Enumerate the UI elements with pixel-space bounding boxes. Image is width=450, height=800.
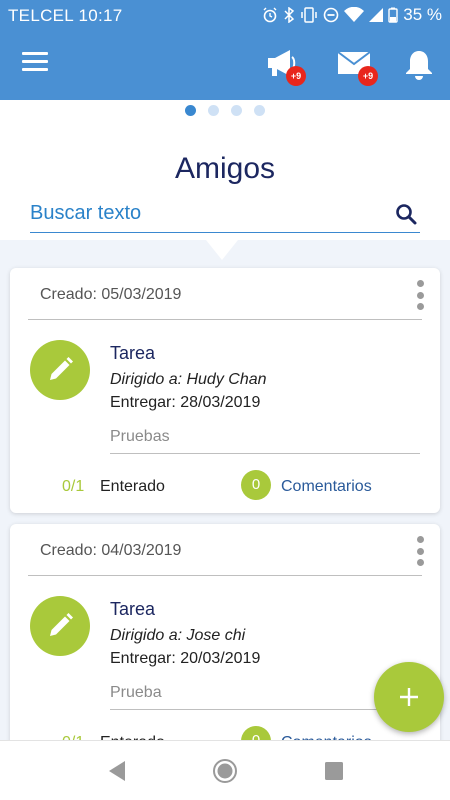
hamburger-icon[interactable] (22, 52, 48, 74)
carrier-time: TELCEL 10:17 (8, 6, 123, 26)
search-input[interactable] (30, 199, 380, 225)
task-due-date: Entregar: 20/03/2019 (110, 650, 261, 667)
alarm-icon (263, 7, 277, 23)
bell-icon (406, 51, 432, 80)
search-bar (30, 199, 420, 233)
carrier-name: TELCEL (8, 6, 74, 25)
ack-progress: 0/1 (62, 478, 85, 495)
back-icon[interactable] (103, 757, 131, 785)
messages-button[interactable]: +9 (336, 48, 378, 86)
status-icons: 35 % (262, 5, 442, 25)
task-assignee: Dirigido a: Hudy Chan (110, 371, 267, 388)
search-icon[interactable] (394, 202, 418, 226)
task-assignee: Dirigido a: Jose chi (110, 627, 246, 644)
created-date: Creado: 04/03/2019 (40, 542, 182, 559)
pager-dot-1[interactable] (185, 105, 196, 116)
system-nav-bar (0, 740, 450, 800)
divider (28, 575, 422, 576)
app-bar: +9 +9 (0, 40, 450, 94)
pager-dot-2[interactable] (208, 105, 219, 116)
dnd-icon (323, 7, 339, 23)
task-card[interactable]: Creado: 04/03/2019 Tarea Dirigido a: Jos… (10, 524, 440, 774)
battery-level: 35 % (403, 5, 442, 24)
task-due-date: Entregar: 28/03/2019 (110, 394, 261, 411)
signal-icon (369, 8, 384, 22)
announcements-button[interactable]: +9 (264, 48, 306, 86)
divider (28, 319, 422, 320)
task-card[interactable]: Creado: 05/03/2019 Tarea Dirigido a: Hud… (10, 268, 440, 513)
task-avatar (30, 596, 90, 656)
wifi-icon (344, 7, 365, 22)
messages-badge: +9 (358, 66, 378, 86)
pager-dot-3[interactable] (231, 105, 242, 116)
comments-link[interactable]: Comentarios (281, 478, 372, 496)
task-avatar (30, 340, 90, 400)
card-footer: 0/1 Enterado 0 Comentarios (10, 470, 440, 506)
created-date: Creado: 05/03/2019 (40, 286, 182, 303)
bluetooth-icon (284, 7, 295, 23)
pager-dot-4[interactable] (254, 105, 265, 116)
vibrate-icon (301, 7, 317, 23)
plus-icon (400, 688, 418, 706)
status-bar: TELCEL 10:17 35 % (0, 0, 450, 32)
battery-icon (388, 7, 398, 23)
ack-button[interactable]: Enterado (100, 478, 165, 496)
notifications-button[interactable] (402, 48, 442, 84)
task-type: Tarea (110, 343, 156, 363)
add-button[interactable] (374, 662, 444, 732)
pager-dots (0, 105, 450, 116)
task-description: Pruebas (110, 428, 420, 454)
kebab-icon[interactable] (414, 280, 426, 310)
comment-count-badge: 0 (241, 470, 271, 500)
recent-apps-icon[interactable] (320, 757, 348, 785)
clock: 10:17 (78, 6, 123, 25)
task-type: Tarea (110, 599, 156, 619)
home-icon[interactable] (211, 757, 239, 785)
pencil-icon (50, 357, 73, 380)
top-bar: TELCEL 10:17 35 % +9 +9 (0, 0, 450, 100)
page-title: Amigos (174, 152, 276, 185)
kebab-icon[interactable] (414, 536, 426, 566)
announcements-badge: +9 (286, 66, 306, 86)
header-pointer (206, 240, 238, 260)
pencil-icon (50, 613, 73, 636)
